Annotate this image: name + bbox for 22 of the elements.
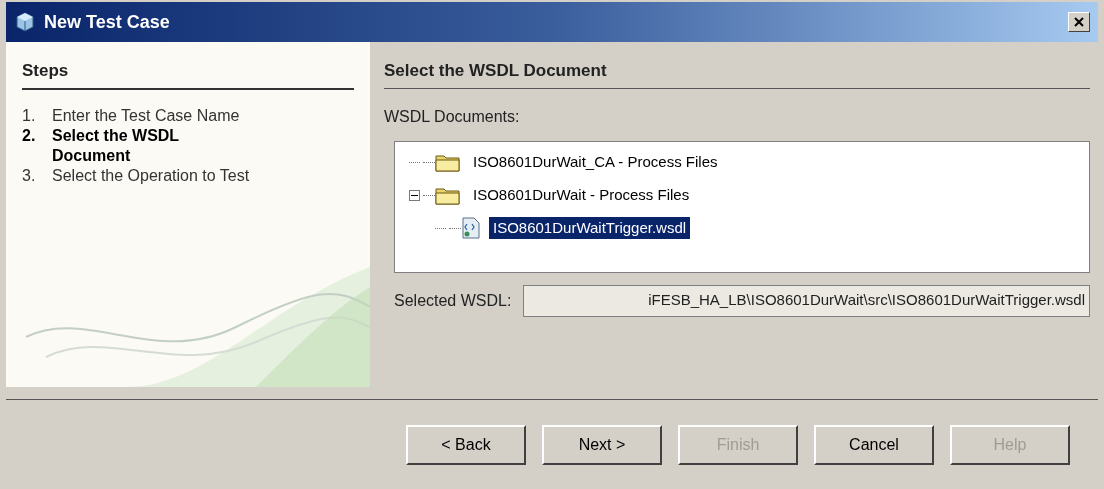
panel-heading: Select the WSDL Document	[384, 58, 1090, 89]
cube-icon	[14, 11, 36, 33]
tree-label: WSDL Documents:	[384, 106, 521, 127]
step-item: 3. Select the Operation to Test	[22, 165, 251, 186]
collapse-toggle-icon[interactable]	[409, 189, 420, 201]
selected-wsdl-label: Selected WSDL:	[394, 290, 512, 311]
tree-item[interactable]: ISO8601DurWait_CA - Process Files	[469, 150, 722, 174]
folder-icon	[435, 185, 461, 205]
selected-wsdl-field[interactable]: iFESB_HA_LB\ISO8601DurWait\src\ISO8601DurWaitTrigger.wsdl	[523, 284, 1090, 317]
dialog-button[interactable]: < Back	[406, 424, 526, 465]
dialog-button[interactable]: Cancel	[814, 424, 934, 465]
step-item: 2. Select the WSDL Document	[22, 125, 180, 166]
close-icon	[1074, 17, 1084, 27]
document-icon	[461, 217, 481, 239]
step-item: 1. Enter the Test Case Name	[22, 105, 241, 126]
dialog-button[interactable]: Next >	[542, 424, 662, 465]
close-button[interactable]	[1068, 12, 1090, 32]
folder-icon	[435, 152, 461, 172]
tree-item[interactable]: ISO8601DurWait - Process Files	[469, 183, 694, 207]
steps-heading: Steps	[22, 58, 354, 90]
tree-item[interactable]: ISO8601DurWaitTrigger.wsdl	[489, 216, 691, 240]
window-title: New Test Case	[44, 10, 170, 34]
